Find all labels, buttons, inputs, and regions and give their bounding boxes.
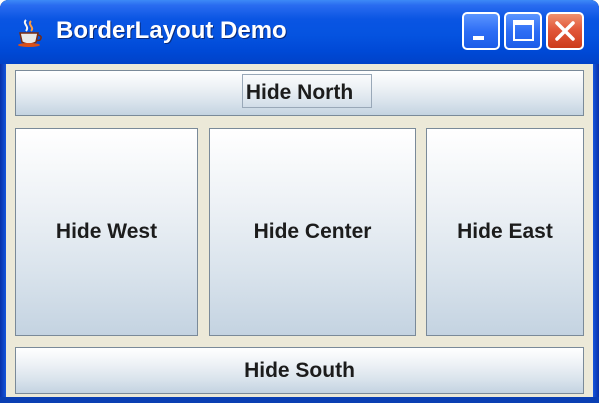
- minimize-button[interactable]: [462, 12, 500, 50]
- hide-south-label: Hide South: [244, 358, 355, 382]
- maximize-icon: [513, 20, 534, 41]
- app-window: BorderLayout Demo Hide North Hide West H…: [0, 0, 599, 403]
- content-pane: Hide North Hide West Hide Center Hide Ea…: [6, 64, 593, 397]
- hide-west-button[interactable]: Hide West: [15, 128, 198, 336]
- hide-east-button[interactable]: Hide East: [426, 128, 584, 336]
- close-icon: [555, 21, 575, 41]
- window-frame-right: [593, 64, 599, 403]
- minimize-icon: [473, 36, 484, 40]
- hide-north-button[interactable]: Hide North: [15, 70, 584, 116]
- title-bar[interactable]: BorderLayout Demo: [0, 0, 599, 64]
- hide-east-label: Hide East: [457, 220, 553, 243]
- hide-center-button[interactable]: Hide Center: [209, 128, 416, 336]
- window-title: BorderLayout Demo: [56, 17, 287, 44]
- maximize-button[interactable]: [504, 12, 542, 50]
- hide-south-button[interactable]: Hide South: [15, 347, 584, 394]
- java-coffee-cup-icon[interactable]: [16, 18, 44, 48]
- hide-center-label: Hide Center: [253, 220, 372, 243]
- hide-north-label: Hide North: [245, 81, 354, 104]
- close-button[interactable]: [546, 12, 584, 50]
- hide-west-label: Hide West: [55, 220, 158, 243]
- window-frame-bottom: [0, 397, 599, 403]
